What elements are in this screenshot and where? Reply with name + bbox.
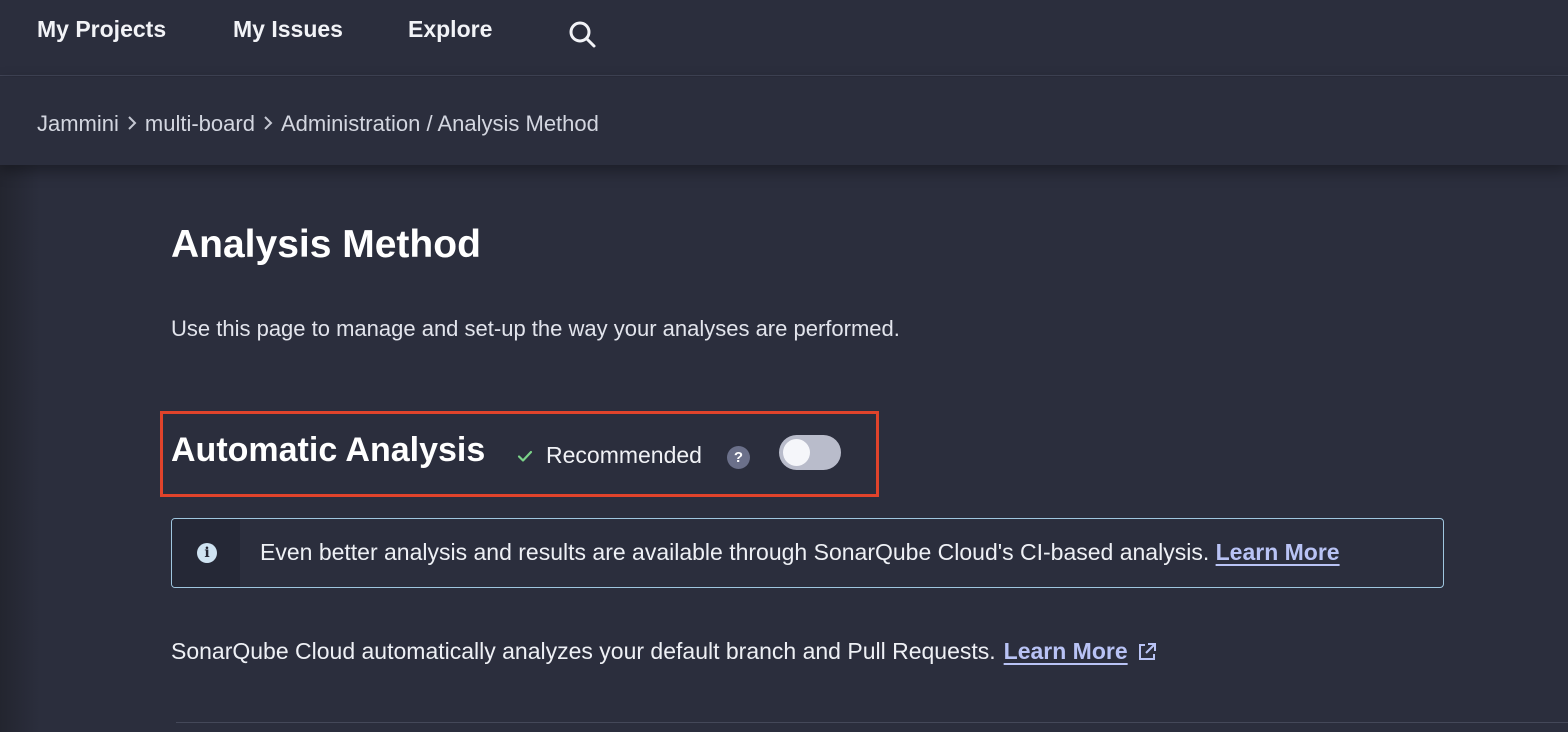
info-icon: i [197,543,217,563]
search-icon[interactable] [566,18,598,50]
learn-more-label: Learn More [1003,638,1128,664]
learn-more-external-link[interactable]: Learn More [1004,638,1158,665]
automatic-analysis-description: SonarQube Cloud automatically analyzes y… [171,638,1158,665]
breadcrumb-project[interactable]: multi-board [145,111,255,137]
breadcrumb: Jammini multi-board Administration / Ana… [37,111,599,137]
main-content: Analysis Method Use this page to manage … [0,165,1568,732]
nav-explore[interactable]: Explore [408,16,492,43]
info-banner: i Even better analysis and results are a… [171,518,1444,588]
nav-my-projects[interactable]: My Projects [37,16,166,43]
automatic-analysis-title: Automatic Analysis [171,431,486,469]
info-banner-icon-column: i [172,519,240,587]
breadcrumb-org[interactable]: Jammini [37,111,119,137]
chevron-right-icon [123,111,141,137]
left-shadow [0,165,40,732]
breadcrumb-bar: Jammini multi-board Administration / Ana… [0,77,1568,165]
info-learn-more-link[interactable]: Learn More [1216,539,1340,565]
nav-my-issues[interactable]: My Issues [233,16,343,43]
automatic-analysis-toggle[interactable] [779,435,841,470]
top-navigation: My Projects My Issues Explore [0,0,1568,76]
info-banner-text: Even better analysis and results are ava… [260,539,1210,565]
chevron-right-icon [259,111,277,137]
toggle-knob [783,439,810,466]
section-divider [176,722,1568,723]
breadcrumb-current: Administration / Analysis Method [280,111,599,136]
check-icon [516,447,534,465]
page-title: Analysis Method [171,223,481,266]
page-description: Use this page to manage and set-up the w… [171,316,900,341]
recommended-label: Recommended [546,442,702,468]
help-icon[interactable]: ? [727,446,750,469]
automatic-analysis-description-text: SonarQube Cloud automatically analyzes y… [171,638,996,664]
external-link-icon [1136,641,1158,663]
info-banner-message: Even better analysis and results are ava… [260,539,1340,566]
